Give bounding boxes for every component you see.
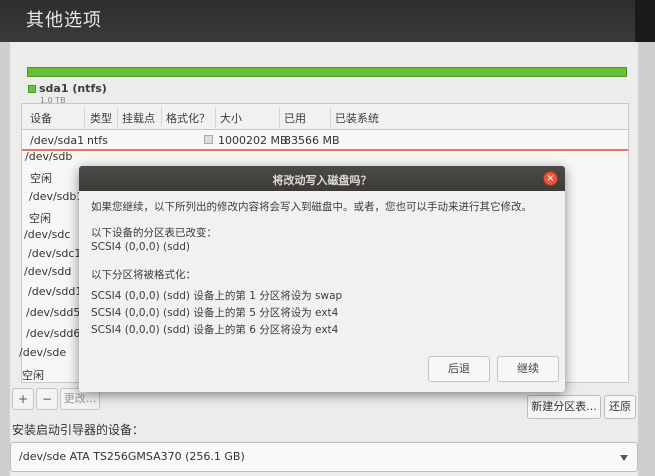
device-cell: /dev/sdd6	[26, 327, 81, 340]
continue-button[interactable]: 继续	[497, 356, 559, 382]
column-header-system[interactable]: 已装系统	[335, 110, 379, 126]
disk-usage-bar	[27, 67, 627, 77]
column-separator	[279, 107, 280, 127]
device-cell: /dev/sdc	[24, 228, 71, 241]
chevron-down-icon	[620, 455, 628, 461]
column-separator	[117, 107, 118, 127]
column-header-type[interactable]: 类型	[90, 110, 112, 126]
device-cell: 空闲	[22, 369, 44, 382]
confirm-write-dialog: 将改动写入磁盘吗？ × 如果您继续，以下所列出的修改内容将会写入到磁盘中。或者，…	[79, 166, 565, 392]
device-cell: /dev/sdd	[24, 265, 72, 278]
column-header-used[interactable]: 已用	[284, 110, 306, 126]
dialog-intro: 如果您继续，以下所列出的修改内容将会写入到磁盘中。或者，您也可以手动来进行其它修…	[91, 201, 532, 213]
disk-color-swatch	[28, 85, 36, 93]
column-header-mount[interactable]: 挂载点	[122, 110, 155, 126]
remove-partition-button[interactable]: −	[36, 388, 58, 410]
format-heading: 以下分区将被格式化：	[91, 269, 196, 281]
device-cell: /dev/sdc1	[28, 247, 82, 260]
format-item: SCSI4 (0,0,0) (sdd) 设备上的第 6 分区将设为 ext4	[91, 324, 339, 336]
format-item: SCSI4 (0,0,0) (sdd) 设备上的第 5 分区将设为 ext4	[91, 307, 339, 319]
column-separator	[215, 107, 216, 127]
column-header-device[interactable]: 设备	[30, 110, 52, 126]
dialog-title: 将改动写入磁盘吗？	[272, 174, 372, 187]
table-changed-heading: 以下设备的分区表已改变：	[91, 227, 217, 239]
disk-legend: sda1 (ntfs) 1.0 TB	[28, 82, 107, 105]
boot-loader-label: 安装启动引导器的设备：	[12, 423, 145, 437]
table-changed-device: SCSI4 (0,0,0) (sdd)	[91, 241, 191, 253]
device-cell: /dev/sdb1	[29, 190, 84, 203]
boot-loader-device-value: /dev/sde ATA TS256GMSA370 (256.1 GB)	[19, 450, 245, 463]
format-item: SCSI4 (0,0,0) (sdd) 设备上的第 1 分区将设为 swap	[91, 290, 343, 302]
column-header-format[interactable]: 格式化？	[166, 110, 210, 126]
add-partition-button[interactable]: +	[12, 388, 34, 410]
column-separator	[84, 107, 85, 127]
column-header-size[interactable]: 大小	[220, 110, 242, 126]
column-separator	[330, 107, 331, 127]
table-row[interactable]: /dev/sdb	[22, 146, 628, 167]
device-cell: 空闲	[30, 172, 52, 185]
column-separator	[161, 107, 162, 127]
device-cell: /dev/sde	[19, 346, 67, 359]
dialog-title-bar: 将改动写入磁盘吗？ ×	[79, 166, 565, 191]
boot-loader-device-select[interactable]: /dev/sde ATA TS256GMSA370 (256.1 GB)	[10, 442, 638, 472]
title-bar: 其他选项	[0, 0, 655, 42]
format-checkbox[interactable]	[204, 135, 213, 144]
window-title: 其他选项	[26, 10, 102, 31]
table-header: 设备 类型 挂载点 格式化？ 大小 已用 已装系统	[22, 104, 628, 130]
close-icon[interactable]: ×	[543, 171, 558, 186]
device-cell: /dev/sdb	[25, 150, 73, 163]
revert-button[interactable]: 还原	[604, 395, 636, 419]
device-cell: /dev/sdd5	[26, 306, 81, 319]
device-cell: /dev/sdd1	[28, 285, 83, 298]
title-bar-edge	[635, 0, 655, 42]
back-button[interactable]: 后退	[428, 356, 490, 382]
disk-name: sda1 (ntfs)	[39, 82, 107, 95]
new-partition-table-button[interactable]: 新建分区表...	[527, 395, 601, 419]
